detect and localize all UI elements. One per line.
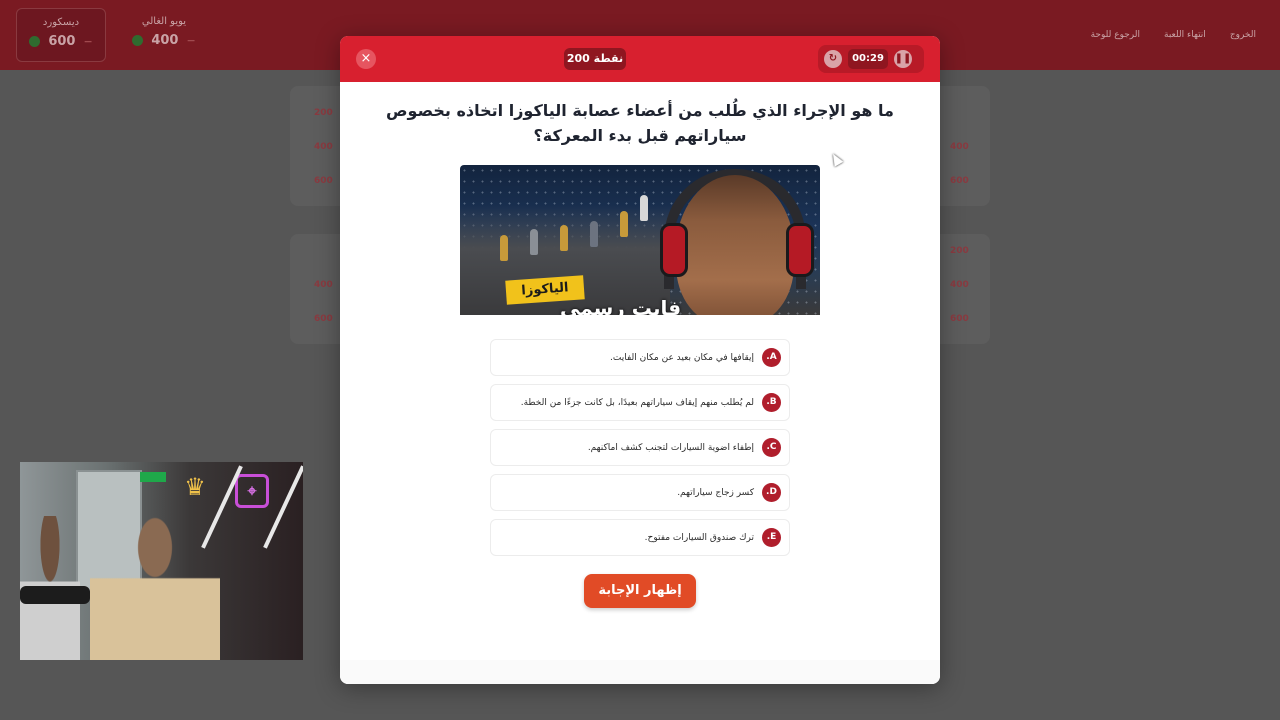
answer-options: A. إيقافها في مكان بعيد عن مكان الفايت. … — [490, 339, 790, 564]
team-card-discord[interactable]: ديسكورد 600 − — [16, 8, 106, 62]
timer-controls: ↻ 00:29 ❚❚ — [818, 45, 924, 73]
question-text: ما هو الإجراء الذي طُلب من أعضاء عصابة ا… — [386, 101, 894, 145]
option-letter: E. — [762, 528, 781, 547]
nav-back-to-board[interactable]: الرجوع للوحة — [1091, 30, 1140, 40]
option-b[interactable]: B. لم يُطلب منهم إيقاف سياراتهم بعيدًا، … — [490, 384, 790, 421]
question-image: الياكوزا فايت رسمي — [460, 165, 820, 315]
points-badge: 200 نقطة — [564, 48, 626, 70]
team-name: يويو الغالي — [141, 16, 187, 27]
board-cell-value[interactable]: 400 — [314, 280, 333, 290]
board-cell-value[interactable]: 400 — [314, 142, 333, 152]
board-cell-value[interactable]: 200 — [950, 246, 969, 256]
reveal-answer-button[interactable]: إظهار الإجابة — [584, 574, 696, 608]
option-text: إيقافها في مكان بعيد عن مكان الفايت. — [610, 352, 754, 363]
team-card-yoyo[interactable]: يويو الغالي 400 − — [120, 8, 208, 60]
nav-end-game[interactable]: انتهاء اللعبة — [1164, 30, 1206, 40]
close-icon[interactable]: × — [356, 49, 376, 69]
board-cell-value[interactable]: 400 — [950, 142, 969, 152]
reset-timer-icon[interactable]: ↻ — [824, 50, 842, 68]
modal-footer — [340, 660, 940, 684]
minus-icon[interactable]: − — [83, 35, 92, 48]
plus-icon[interactable] — [29, 36, 41, 47]
webcam-overlay: ♛ ⌖ — [20, 462, 303, 660]
board-cell-value[interactable]: 600 — [950, 314, 969, 324]
option-text: إطفاء اضوية السيارات لتجنب كشف اماكنهم. — [587, 442, 754, 453]
option-c[interactable]: C. إطفاء اضوية السيارات لتجنب كشف اماكنه… — [490, 429, 790, 466]
board-cell-value[interactable]: 600 — [314, 176, 333, 186]
option-letter: C. — [762, 438, 781, 457]
timer-display: 00:29 — [848, 49, 888, 69]
team-score: 600 — [48, 34, 76, 49]
option-text: ترك صندوق السيارات مفتوح. — [644, 532, 754, 543]
plus-icon[interactable] — [132, 35, 144, 46]
nav-exit[interactable]: الخروج — [1230, 30, 1256, 40]
option-letter: D. — [762, 483, 781, 502]
option-a[interactable]: A. إيقافها في مكان بعيد عن مكان الفايت. — [490, 339, 790, 376]
team-name: ديسكورد — [42, 17, 80, 28]
board-cell-value[interactable]: 600 — [950, 176, 969, 186]
team-score: 400 — [151, 33, 179, 48]
question-modal: × 200 نقطة ↻ 00:29 ❚❚ ما هو الإجراء الذي… — [340, 36, 940, 684]
option-letter: B. — [762, 393, 781, 412]
board-cell-value[interactable]: 200 — [314, 108, 333, 118]
minus-icon[interactable]: − — [186, 34, 195, 47]
option-text: لم يُطلب منهم إيقاف سياراتهم بعيدًا، بل … — [520, 397, 754, 408]
header-nav: الرجوع للوحة انتهاء اللعبة الخروج — [1091, 30, 1256, 40]
board-cell-value[interactable]: 600 — [314, 314, 333, 324]
option-e[interactable]: E. ترك صندوق السيارات مفتوح. — [490, 519, 790, 556]
option-d[interactable]: D. كسر زجاج سياراتهم. — [490, 474, 790, 511]
option-text: كسر زجاج سياراتهم. — [677, 487, 754, 498]
option-letter: A. — [762, 348, 781, 367]
modal-header: × 200 نقطة ↻ 00:29 ❚❚ — [340, 36, 940, 82]
logo-icon: ⌖ — [235, 474, 269, 508]
crown-icon: ♛ — [184, 473, 206, 501]
board-cell-value[interactable]: 400 — [950, 280, 969, 290]
pause-icon[interactable]: ❚❚ — [894, 50, 912, 68]
image-caption: فايت رسمي — [560, 296, 682, 315]
